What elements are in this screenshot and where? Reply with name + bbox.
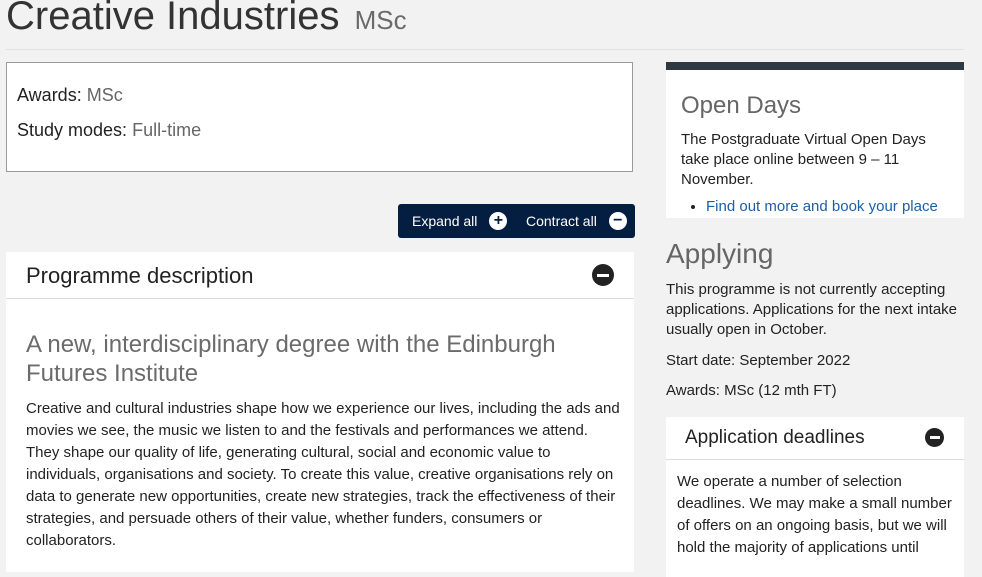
programme-description-title: Programme description xyxy=(26,263,254,288)
application-deadlines-text: We operate a number of selection deadlin… xyxy=(677,473,952,556)
programme-description-panel: Programme description A new, interdiscip… xyxy=(6,252,634,572)
programme-description-header[interactable]: Programme description xyxy=(6,252,634,299)
page-title-text: Creative Industries xyxy=(6,0,340,38)
awards-value: MSc xyxy=(86,85,123,105)
programme-subheading: A new, interdisciplinary degree with the… xyxy=(26,331,556,387)
programme-summary-box: Awards: MSc Study modes: Full-time xyxy=(6,62,633,172)
expand-all-button[interactable]: Expand all + xyxy=(412,212,508,230)
contract-all-button[interactable]: Contract all − xyxy=(526,212,627,230)
application-deadlines-panel: Application deadlines We operate a numbe… xyxy=(666,417,964,577)
start-date: Start date: September 2022 xyxy=(666,352,851,369)
applying-text: This programme is not currently acceptin… xyxy=(666,281,958,338)
awards-label: Awards: xyxy=(17,85,82,105)
expand-all-label: Expand all xyxy=(412,213,478,229)
list-item: Find out more and book your place xyxy=(706,198,938,215)
page-title-award: MSc xyxy=(354,5,407,35)
collapse-minus-icon[interactable] xyxy=(925,428,944,447)
page-title: Creative Industries MSc xyxy=(6,0,407,39)
contract-all-label: Contract all xyxy=(526,213,597,229)
application-deadlines-header[interactable]: Application deadlines xyxy=(666,417,964,460)
title-divider xyxy=(6,49,964,50)
open-days-box: Open Days The Postgraduate Virtual Open … xyxy=(666,62,964,218)
open-days-text: The Postgraduate Virtual Open Days take … xyxy=(681,131,926,188)
awards-duration: Awards: MSc (12 mth FT) xyxy=(666,382,837,399)
expand-contract-toolbar: Expand all + Contract all − xyxy=(398,204,635,238)
applying-title: Applying xyxy=(666,238,774,269)
open-days-title: Open Days xyxy=(681,92,802,119)
plus-circle-icon: + xyxy=(489,212,508,230)
collapse-minus-icon[interactable] xyxy=(592,264,614,286)
study-modes-label: Study modes: xyxy=(17,120,128,140)
book-open-day-link[interactable]: Find out more and book your place xyxy=(706,198,938,215)
study-modes-value: Full-time xyxy=(132,120,202,140)
minus-circle-icon: − xyxy=(608,212,627,230)
awards-row: Awards: MSc xyxy=(17,85,123,106)
open-days-list: Find out more and book your place xyxy=(681,198,938,215)
application-deadlines-title: Application deadlines xyxy=(685,427,865,448)
programme-body-text: Creative and cultural industries shape h… xyxy=(26,400,620,549)
study-modes-row: Study modes: Full-time xyxy=(17,120,201,141)
